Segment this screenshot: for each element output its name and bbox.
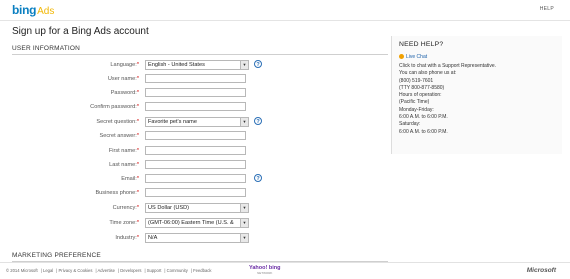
footer: © 2014 Microsoft | Legal | Privacy & Cooki…: [0, 262, 570, 279]
footer-link-advertise[interactable]: Advertise: [98, 268, 115, 273]
currency-label: Currency:*: [112, 205, 139, 211]
chevron-down-icon: ▼: [240, 219, 248, 227]
last-name-input[interactable]: [145, 160, 246, 169]
footer-link-community[interactable]: Community: [167, 268, 188, 273]
last-name-label: Last name:*: [109, 162, 139, 168]
row-first-name: First name:*: [12, 146, 388, 158]
confirm-password-input[interactable]: [145, 102, 246, 111]
row-business-phone: Business phone:*: [12, 188, 388, 200]
help-icon[interactable]: ?: [254, 174, 262, 182]
footer-link-legal[interactable]: Legal: [43, 268, 53, 273]
secret-question-select[interactable]: Favorite pet's name ▼: [145, 117, 249, 127]
chevron-down-icon: ▼: [240, 118, 248, 126]
row-language: Language:* English - United States ▼ ?: [12, 60, 388, 72]
user-name-label: User name:*: [107, 76, 139, 82]
row-email: Email:* ?: [12, 174, 388, 186]
secret-question-label: Secret question:*: [96, 119, 139, 125]
footer-link-support[interactable]: Support: [147, 268, 162, 273]
password-input[interactable]: [145, 88, 246, 97]
first-name-input[interactable]: [145, 146, 246, 155]
row-user-name: User name:*: [12, 74, 388, 86]
top-bar: bingAds HELP: [0, 0, 570, 21]
section-marketing-preference: MARKETING PREFERENCE: [12, 252, 101, 259]
row-currency: Currency:* US Dollar (USD) ▼: [12, 203, 388, 215]
row-industry: Industry:* N/A ▼: [12, 233, 388, 245]
email-label: Email:*: [121, 176, 139, 182]
industry-label: Industry:*: [115, 235, 139, 241]
time-zone-select[interactable]: (GMT-06:00) Eastern Time (U.S. & ▼: [145, 218, 249, 228]
password-label: Password:*: [110, 90, 139, 96]
row-secret-answer: Secret answer:*: [12, 131, 388, 143]
row-secret-question: Secret question:* Favorite pet's name ▼ ?: [12, 117, 388, 129]
secret-answer-label: Secret answer:*: [99, 133, 140, 139]
footer-link-developers[interactable]: Developers: [120, 268, 141, 273]
help-icon[interactable]: ?: [254, 117, 262, 125]
live-chat-link[interactable]: Live Chat: [399, 54, 427, 60]
secret-answer-input[interactable]: [145, 131, 246, 140]
footer-link-privacy[interactable]: Privacy & Cookies: [59, 268, 93, 273]
row-time-zone: Time zone:* (GMT-06:00) Eastern Time (U.…: [12, 218, 388, 230]
confirm-password-label: Confirm password:*: [90, 104, 139, 110]
currency-select[interactable]: US Dollar (USD) ▼: [145, 203, 249, 213]
industry-select[interactable]: N/A ▼: [145, 233, 249, 243]
row-password: Password:*: [12, 88, 388, 100]
logo-ads-text: Ads: [37, 6, 55, 17]
time-zone-label: Time zone:*: [109, 220, 139, 226]
logo-bing-text: bing: [12, 3, 37, 17]
chevron-down-icon: ▼: [240, 204, 248, 212]
section-user-information: USER INFORMATION: [12, 45, 81, 52]
help-panel-title: NEED HELP?: [399, 41, 444, 48]
yahoo-bing-network-logo: Yahoo! bing NETWORK: [249, 265, 281, 275]
chevron-down-icon: ▼: [240, 61, 248, 69]
row-confirm-password: Confirm password:*: [12, 102, 388, 114]
first-name-label: First name:*: [108, 148, 139, 154]
page-title: Sign up for a Bing Ads account: [12, 26, 149, 37]
microsoft-logo: Microsoft: [526, 267, 556, 274]
section-divider: [12, 54, 388, 55]
chat-icon: [399, 54, 404, 60]
email-input[interactable]: [145, 174, 246, 183]
bing-ads-logo[interactable]: bingAds: [12, 3, 54, 17]
chevron-down-icon: ▼: [240, 234, 248, 242]
language-label: Language:*: [110, 62, 139, 68]
footer-link-feedback[interactable]: Feedback: [193, 268, 211, 273]
help-panel: NEED HELP? Live Chat Click to chat with …: [391, 36, 562, 154]
business-phone-input[interactable]: [145, 188, 246, 197]
footer-copyright: © 2014 Microsoft: [6, 268, 38, 273]
help-contact-info: Click to chat with a Support Representat…: [399, 63, 496, 135]
help-icon[interactable]: ?: [254, 60, 262, 68]
help-link[interactable]: HELP: [540, 6, 554, 12]
user-name-input[interactable]: [145, 74, 246, 83]
business-phone-label: Business phone:*: [95, 190, 139, 196]
language-select[interactable]: English - United States ▼: [145, 60, 249, 70]
footer-links: © 2014 Microsoft | Legal | Privacy & Cooki…: [6, 268, 212, 273]
row-last-name: Last name:*: [12, 160, 388, 172]
